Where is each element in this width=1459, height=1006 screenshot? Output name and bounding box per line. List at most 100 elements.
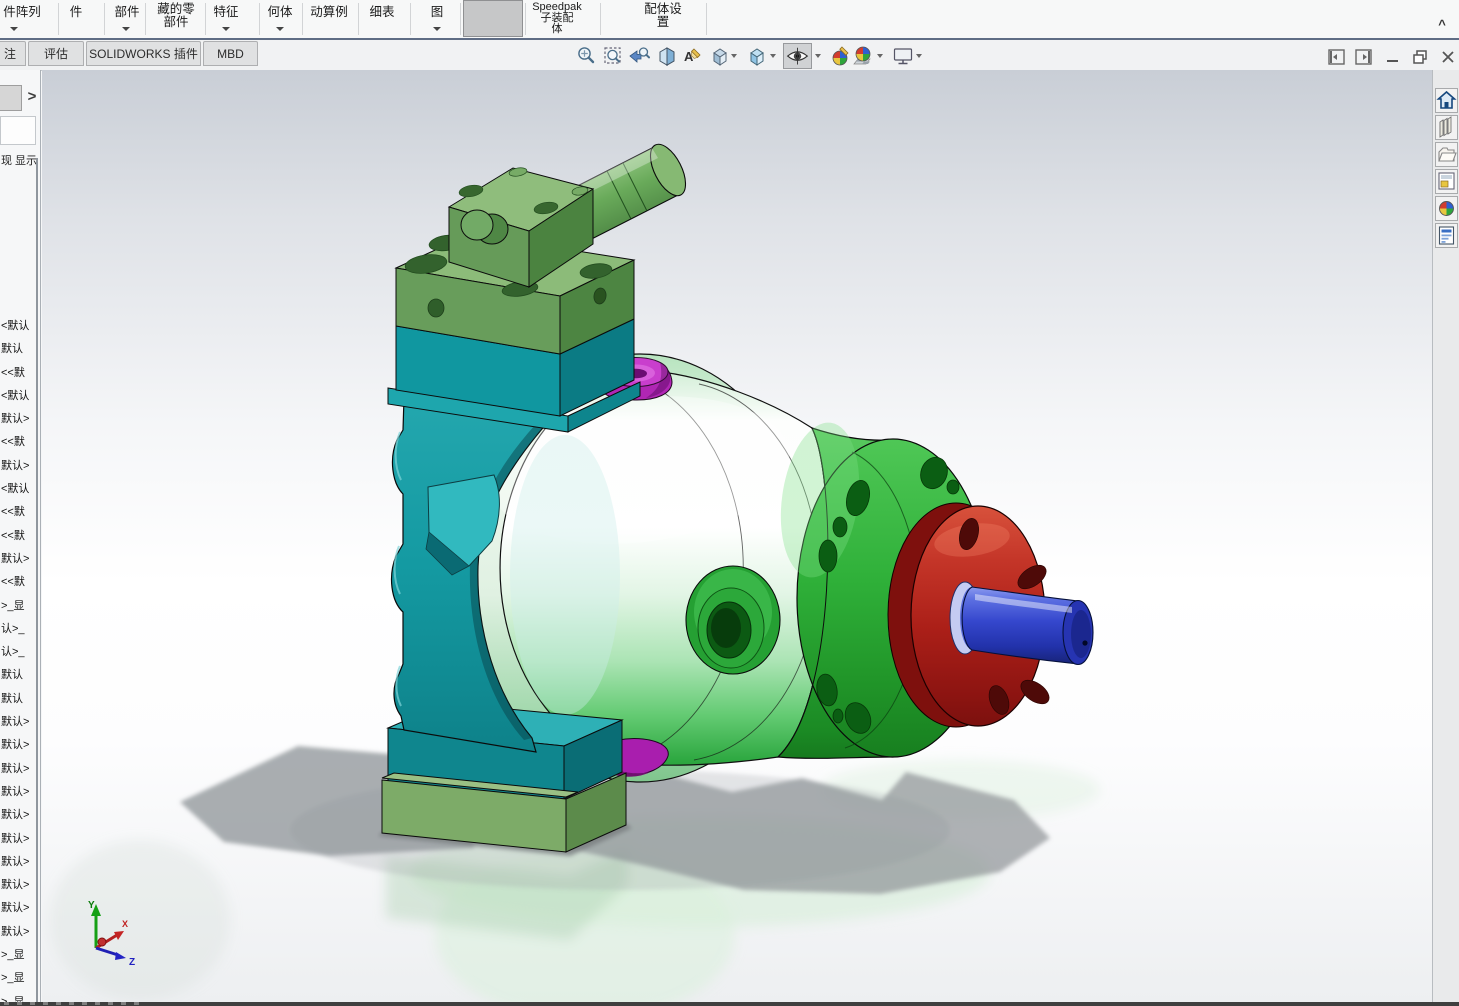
- dropdown-arrow-icon[interactable]: [222, 27, 230, 31]
- edit-appearance-icon[interactable]: [829, 45, 851, 67]
- tree-item[interactable]: >_显: [0, 967, 36, 990]
- tab-annotation[interactable]: 注: [0, 41, 26, 66]
- tree-item[interactable]: <默认: [0, 385, 36, 408]
- tree-item[interactable]: 默认>: [0, 455, 36, 478]
- ribbon-button-exploded-view[interactable]: 图: [424, 0, 450, 38]
- tree-item[interactable]: <<默: [0, 501, 36, 524]
- tree-item[interactable]: 默认: [0, 664, 36, 687]
- ribbon-separator: [600, 3, 601, 35]
- pane-expand-right-icon[interactable]: [1354, 48, 1374, 66]
- ribbon-button-component-pattern[interactable]: 件阵列: [0, 0, 44, 38]
- previous-view-icon[interactable]: [628, 45, 650, 67]
- triad-z-label: Z: [129, 957, 135, 966]
- tree-item[interactable]: 默认>: [0, 851, 36, 874]
- tree-item[interactable]: >_显: [0, 595, 36, 618]
- tree-item[interactable]: 默认>: [0, 734, 36, 757]
- ribbon-button-speedpak-subassembly[interactable]: Speedpak 子装配 体: [528, 0, 586, 38]
- ribbon-button-blank-pressed[interactable]: [463, 0, 523, 37]
- ribbon-button-smart-fasteners[interactable]: 件: [64, 0, 88, 38]
- dropdown-arrow-icon[interactable]: [122, 27, 130, 31]
- file-explorer-icon[interactable]: [1435, 142, 1458, 167]
- tree-item[interactable]: <<默: [0, 571, 36, 594]
- ribbon-separator: [259, 3, 260, 35]
- tab-label: 评估: [43, 47, 68, 61]
- dropdown-arrow-icon[interactable]: [10, 27, 18, 31]
- zoom-to-fit-icon[interactable]: [575, 45, 597, 67]
- ribbon-button-show-hidden-components[interactable]: 藏的零 部件: [148, 0, 204, 38]
- dropdown-arrow-icon[interactable]: [916, 54, 922, 58]
- tree-item[interactable]: >_显: [0, 944, 36, 967]
- tree-item[interactable]: 默认>: [0, 804, 36, 827]
- status-strip-marks: [4, 1002, 144, 1005]
- ribbon-button-move-component[interactable]: 部件: [108, 0, 146, 38]
- tree-item[interactable]: 认>_: [0, 618, 36, 641]
- tab-evaluate[interactable]: 评估: [28, 41, 84, 66]
- tree-item[interactable]: <默认: [0, 478, 36, 501]
- tree-item[interactable]: 默认>: [0, 781, 36, 804]
- tree-item[interactable]: 默认>: [0, 758, 36, 781]
- dropdown-arrow-icon[interactable]: [877, 54, 883, 58]
- appearances-scenes-icon[interactable]: [1435, 196, 1458, 221]
- dropdown-arrow-icon[interactable]: [276, 27, 284, 31]
- restore-icon[interactable]: [1410, 48, 1430, 66]
- custom-properties-icon[interactable]: [1435, 223, 1458, 248]
- tree-item[interactable]: 默认>: [0, 828, 36, 851]
- tree-item[interactable]: 默认>: [0, 897, 36, 920]
- design-library-icon[interactable]: [1435, 115, 1458, 140]
- panel-scrollbar[interactable]: [36, 158, 38, 1002]
- ribbon-button-assembly-settings[interactable]: 配体设 置: [632, 0, 694, 38]
- dropdown-arrow-icon[interactable]: [770, 54, 776, 58]
- orientation-triad: Y X Z: [88, 900, 135, 966]
- ribbon-button-bill-of-materials[interactable]: 细表: [362, 0, 402, 38]
- pane-collapse-left-icon[interactable]: [1327, 48, 1347, 66]
- ribbon-collapse-icon[interactable]: ^: [1433, 18, 1451, 32]
- apply-scene-icon[interactable]: [852, 45, 874, 67]
- minimize-icon[interactable]: [1383, 48, 1403, 66]
- ribbon-button-label: 细表: [369, 5, 395, 19]
- tree-item[interactable]: <<默: [0, 525, 36, 548]
- dropdown-arrow-icon[interactable]: [815, 54, 821, 58]
- tree-item[interactable]: 默认>: [0, 548, 36, 571]
- tree-item[interactable]: <默认: [0, 315, 36, 338]
- tab-solidworks-addins[interactable]: SOLIDWORKS 插件: [86, 41, 201, 66]
- hide-show-items-button[interactable]: [783, 43, 812, 69]
- tree-item[interactable]: 默认>: [0, 874, 36, 897]
- panel-expand-arrow[interactable]: >: [24, 86, 40, 108]
- ribbon-button-label: 配体设 置: [644, 2, 682, 29]
- tree-item[interactable]: 认>_: [0, 641, 36, 664]
- dropdown-arrow-icon[interactable]: [731, 54, 737, 58]
- ribbon-button-reference-geometry[interactable]: 何体: [262, 0, 298, 38]
- section-view-icon[interactable]: [656, 45, 678, 67]
- ribbon-separator: [358, 3, 359, 35]
- tree-item[interactable]: >_显: [0, 991, 36, 1002]
- display-style-icon[interactable]: [746, 45, 768, 67]
- ribbon-button-motion-study[interactable]: 动算例: [306, 0, 352, 38]
- dynamic-annotation-views-icon[interactable]: A: [682, 45, 704, 67]
- tree-item[interactable]: 默认>: [0, 408, 36, 431]
- solidworks-resources-icon[interactable]: [1435, 88, 1458, 113]
- tab-label: SOLIDWORKS 插件: [89, 47, 198, 61]
- view-palette-icon[interactable]: [1435, 169, 1458, 194]
- tree-item[interactable]: 默认>: [0, 711, 36, 734]
- tree-item[interactable]: <<默: [0, 431, 36, 454]
- view-settings-icon[interactable]: [892, 45, 914, 67]
- ribbon-button-assembly-features[interactable]: 特征: [208, 0, 244, 38]
- close-icon[interactable]: [1438, 48, 1458, 66]
- view-orientation-icon[interactable]: [709, 45, 731, 67]
- tab-mbd[interactable]: MBD: [203, 41, 258, 66]
- ribbon-separator: [205, 3, 206, 35]
- graphics-viewport[interactable]: Y X Z: [42, 70, 1432, 1002]
- zoom-to-area-icon[interactable]: [602, 45, 624, 67]
- ribbon-button-label: 件阵列: [3, 5, 41, 19]
- port-boss-part[interactable]: [685, 565, 781, 675]
- task-pane: [1432, 70, 1459, 1002]
- ribbon: 件阵列 件 部件 藏的零 部件 特征 何体 动算例 细表 图 Speedpak …: [0, 0, 1459, 40]
- triad-y-label: Y: [88, 900, 95, 911]
- panel-filter-box[interactable]: [0, 116, 36, 145]
- tree-item[interactable]: 默认>: [0, 921, 36, 944]
- tree-item[interactable]: <<默: [0, 362, 36, 385]
- panel-side-tab[interactable]: [0, 85, 22, 111]
- tree-item[interactable]: 默认: [0, 338, 36, 361]
- tree-item[interactable]: 默认: [0, 688, 36, 711]
- dropdown-arrow-icon[interactable]: [433, 27, 441, 31]
